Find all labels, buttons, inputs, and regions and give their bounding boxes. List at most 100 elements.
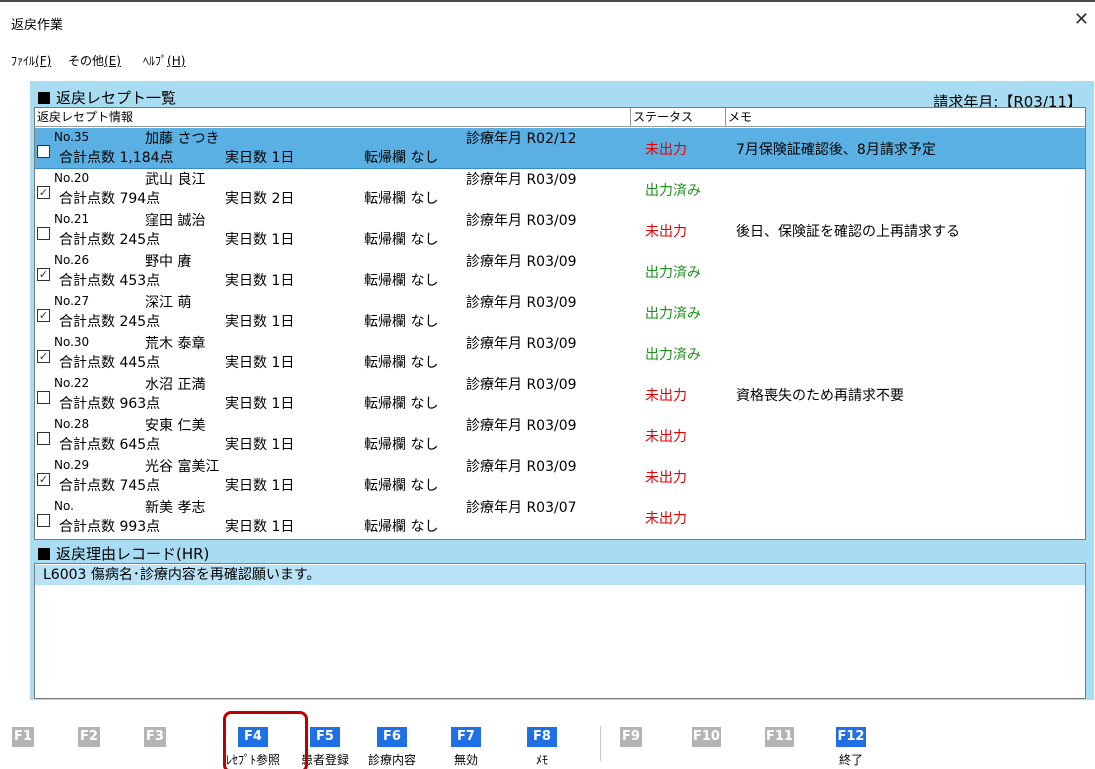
patient-name: 光谷 富美江 <box>145 459 220 475</box>
receipt-number: No.29 <box>54 458 90 472</box>
row-checkbox[interactable] <box>37 227 50 240</box>
actual-days: 実日数 1日 <box>225 150 295 166</box>
status-text: 出力済み <box>645 347 701 363</box>
row-checkbox[interactable] <box>37 145 50 158</box>
table-row[interactable]: ✓ No.30 荒木 泰章 診療年月 R03/09 合計点数 445点 実日数 1日 転帰欄… <box>35 333 1085 374</box>
row-checkbox[interactable]: ✓ <box>37 350 50 363</box>
patient-name: 加藤 さつき <box>145 131 220 147</box>
row-checkbox[interactable]: ✓ <box>37 186 50 199</box>
treatment-month: 診療年月 R03/09 <box>466 172 577 188</box>
outcome: 転帰欄 なし <box>364 273 439 289</box>
row-checkbox[interactable]: ✓ <box>37 473 50 486</box>
fkey-f3[interactable]: F3 <box>144 727 166 747</box>
row-checkbox[interactable] <box>37 391 50 404</box>
memo-text: 後日、保険証を確認の上再請求する <box>736 224 960 240</box>
receipt-number: No. <box>54 499 74 513</box>
treatment-month: 診療年月 R03/09 <box>466 336 577 352</box>
row-checkbox[interactable]: ✓ <box>37 309 50 322</box>
fkey-f12[interactable]: F12 <box>836 727 866 747</box>
table-row[interactable]: ✓ No.27 深江 萌 診療年月 R03/09 合計点数 245点 実日数 1日 転帰欄 … <box>35 292 1085 333</box>
column-header-memo[interactable]: メモ <box>726 108 1085 127</box>
row-checkbox[interactable] <box>37 514 50 527</box>
actual-days: 実日数 1日 <box>225 232 295 248</box>
status-text: 出力済み <box>645 306 701 322</box>
fkey-f2[interactable]: F2 <box>78 727 100 747</box>
menu-other[interactable]: その他(E) <box>68 52 121 69</box>
return-reason-heading: 返戻理由レコード(HR) <box>38 543 209 564</box>
total-points: 合計点数 453点 <box>59 273 161 289</box>
row-checkbox[interactable]: ✓ <box>37 268 50 281</box>
row-checkbox[interactable] <box>37 432 50 445</box>
status-text: 未出力 <box>645 224 687 240</box>
total-points: 合計点数 445点 <box>59 355 161 371</box>
status-text: 未出力 <box>645 388 687 404</box>
treatment-month: 診療年月 R02/12 <box>466 131 577 147</box>
status-text: 未出力 <box>645 142 687 158</box>
title-bar: 返戻作業 ✕ <box>0 2 1095 40</box>
actual-days: 実日数 1日 <box>225 273 295 289</box>
outcome: 転帰欄 なし <box>364 191 439 207</box>
fkey-f8[interactable]: F8 <box>527 727 557 747</box>
patient-name: 深江 萌 <box>145 295 192 311</box>
outcome: 転帰欄 なし <box>364 437 439 453</box>
treatment-month: 診療年月 R03/09 <box>466 213 577 229</box>
outcome: 転帰欄 なし <box>364 355 439 371</box>
table-row[interactable]: ✓ No.20 武山 良江 診療年月 R03/09 合計点数 794点 実日数 2日 転帰欄… <box>35 169 1085 210</box>
actual-days: 実日数 1日 <box>225 314 295 330</box>
close-icon[interactable]: ✕ <box>1074 11 1089 29</box>
column-header-info[interactable]: 返戻レセプト情報 <box>35 108 631 127</box>
window-title: 返戻作業 <box>11 18 64 33</box>
fkey-f12-label: 終了 <box>838 753 863 767</box>
treatment-month: 診療年月 R03/09 <box>466 295 577 311</box>
table-row[interactable]: No.22 水沼 正満 診療年月 R03/09 合計点数 963点 実日数 1日 転帰欄 … <box>35 374 1085 415</box>
actual-days: 実日数 1日 <box>225 519 295 535</box>
treatment-month: 診療年月 R03/09 <box>466 254 577 270</box>
fkey-f9[interactable]: F9 <box>620 727 642 747</box>
menu-bar: ﾌｧｲﾙ(F) その他(E) ﾍﾙﾌﾟ(H) <box>0 40 1095 74</box>
column-header-status[interactable]: ステータス <box>631 108 726 127</box>
fkey-f10[interactable]: F10 <box>692 727 721 747</box>
fkey-f6-label: 診療内容 <box>367 753 416 767</box>
actual-days: 実日数 1日 <box>225 437 295 453</box>
treatment-month: 診療年月 R03/09 <box>466 459 577 475</box>
patient-name: 武山 良江 <box>145 172 206 188</box>
actual-days: 実日数 1日 <box>225 355 295 371</box>
main-panel: 返戻レセプト一覧 請求年月:【R03/11】 返戻レセプト情報 ステータス メモ… <box>30 81 1094 700</box>
fkey-f6[interactable]: F6 <box>377 727 407 747</box>
return-reason-list[interactable]: L6003 傷病名･診療内容を再確認願います。 <box>34 563 1086 699</box>
fkey-f7[interactable]: F7 <box>451 727 481 747</box>
return-reason-line[interactable]: L6003 傷病名･診療内容を再確認願います。 <box>35 565 1085 585</box>
fkey-f11[interactable]: F11 <box>765 727 794 747</box>
outcome: 転帰欄 なし <box>364 314 439 330</box>
patient-name: 荒木 泰章 <box>145 336 206 352</box>
menu-help[interactable]: ﾍﾙﾌﾟ(H) <box>143 52 185 69</box>
patient-name: 水沼 正満 <box>145 377 206 393</box>
table-row[interactable]: ✓ No.26 野中 賡 診療年月 R03/09 合計点数 453点 実日数 1日 転帰欄 … <box>35 251 1085 292</box>
square-bullet-icon <box>38 92 50 104</box>
actual-days: 実日数 1日 <box>225 396 295 412</box>
actual-days: 実日数 2日 <box>225 191 295 207</box>
status-text: 未出力 <box>645 470 687 486</box>
patient-name: 窪田 誠治 <box>145 213 206 229</box>
patient-name: 安東 仁美 <box>145 418 206 434</box>
actual-days: 実日数 1日 <box>225 478 295 494</box>
receipt-number: No.28 <box>54 417 90 431</box>
table-row[interactable]: No.21 窪田 誠治 診療年月 R03/09 合計点数 245点 実日数 1日 転帰欄 … <box>35 210 1085 251</box>
outcome: 転帰欄 なし <box>364 396 439 412</box>
table-row[interactable]: ✓ No.29 光谷 富美江 診療年月 R03/09 合計点数 745点 実日数 1日 転帰… <box>35 456 1085 497</box>
fkey-f1[interactable]: F1 <box>12 727 34 747</box>
menu-file[interactable]: ﾌｧｲﾙ(F) <box>11 52 51 69</box>
receipt-list-heading: 返戻レセプト一覧 <box>38 87 176 108</box>
fkey-f5[interactable]: F5 <box>310 727 340 747</box>
table-row[interactable]: No. 新美 孝志 診療年月 R03/07 合計点数 993点 実日数 1日 転帰欄 なし… <box>35 497 1085 538</box>
total-points: 合計点数 245点 <box>59 232 161 248</box>
total-points: 合計点数 794点 <box>59 191 161 207</box>
total-points: 合計点数 245点 <box>59 314 161 330</box>
table-row[interactable]: No.28 安東 仁美 診療年月 R03/09 合計点数 645点 実日数 1日 転帰欄 … <box>35 415 1085 456</box>
outcome: 転帰欄 なし <box>364 150 439 166</box>
receipt-number: No.26 <box>54 253 90 267</box>
receipt-list[interactable]: 返戻レセプト情報 ステータス メモ No.35 加藤 さつき 診療年月 R02/12… <box>34 107 1086 540</box>
fkey-f8-label: ﾒﾓ <box>535 753 548 767</box>
table-row[interactable]: No.35 加藤 さつき 診療年月 R02/12 合計点数 1,184点 実日数 1日 転… <box>35 128 1085 169</box>
outcome: 転帰欄 なし <box>364 519 439 535</box>
